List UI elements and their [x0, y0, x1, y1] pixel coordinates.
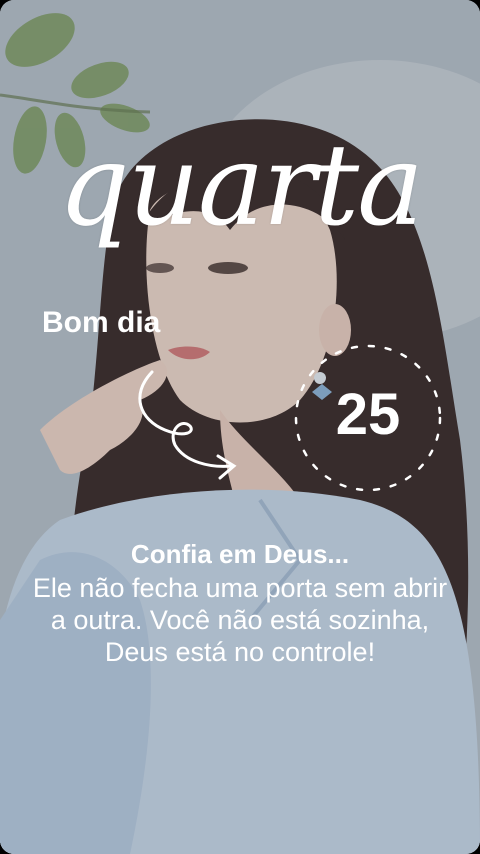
- weekday-script-title: quarta: [58, 121, 424, 251]
- message-block: Confia em Deus... Ele não fecha uma port…: [20, 538, 460, 668]
- day-number: 25: [335, 382, 401, 447]
- message-body: Ele não fecha uma porta sem abrir a outr…: [32, 573, 448, 667]
- greeting-text: Bom dia: [42, 306, 161, 339]
- message-title: Confia em Deus...: [130, 539, 350, 569]
- story-canvas: quarta Bom dia 25 Confia em Deus... Ele …: [0, 0, 480, 854]
